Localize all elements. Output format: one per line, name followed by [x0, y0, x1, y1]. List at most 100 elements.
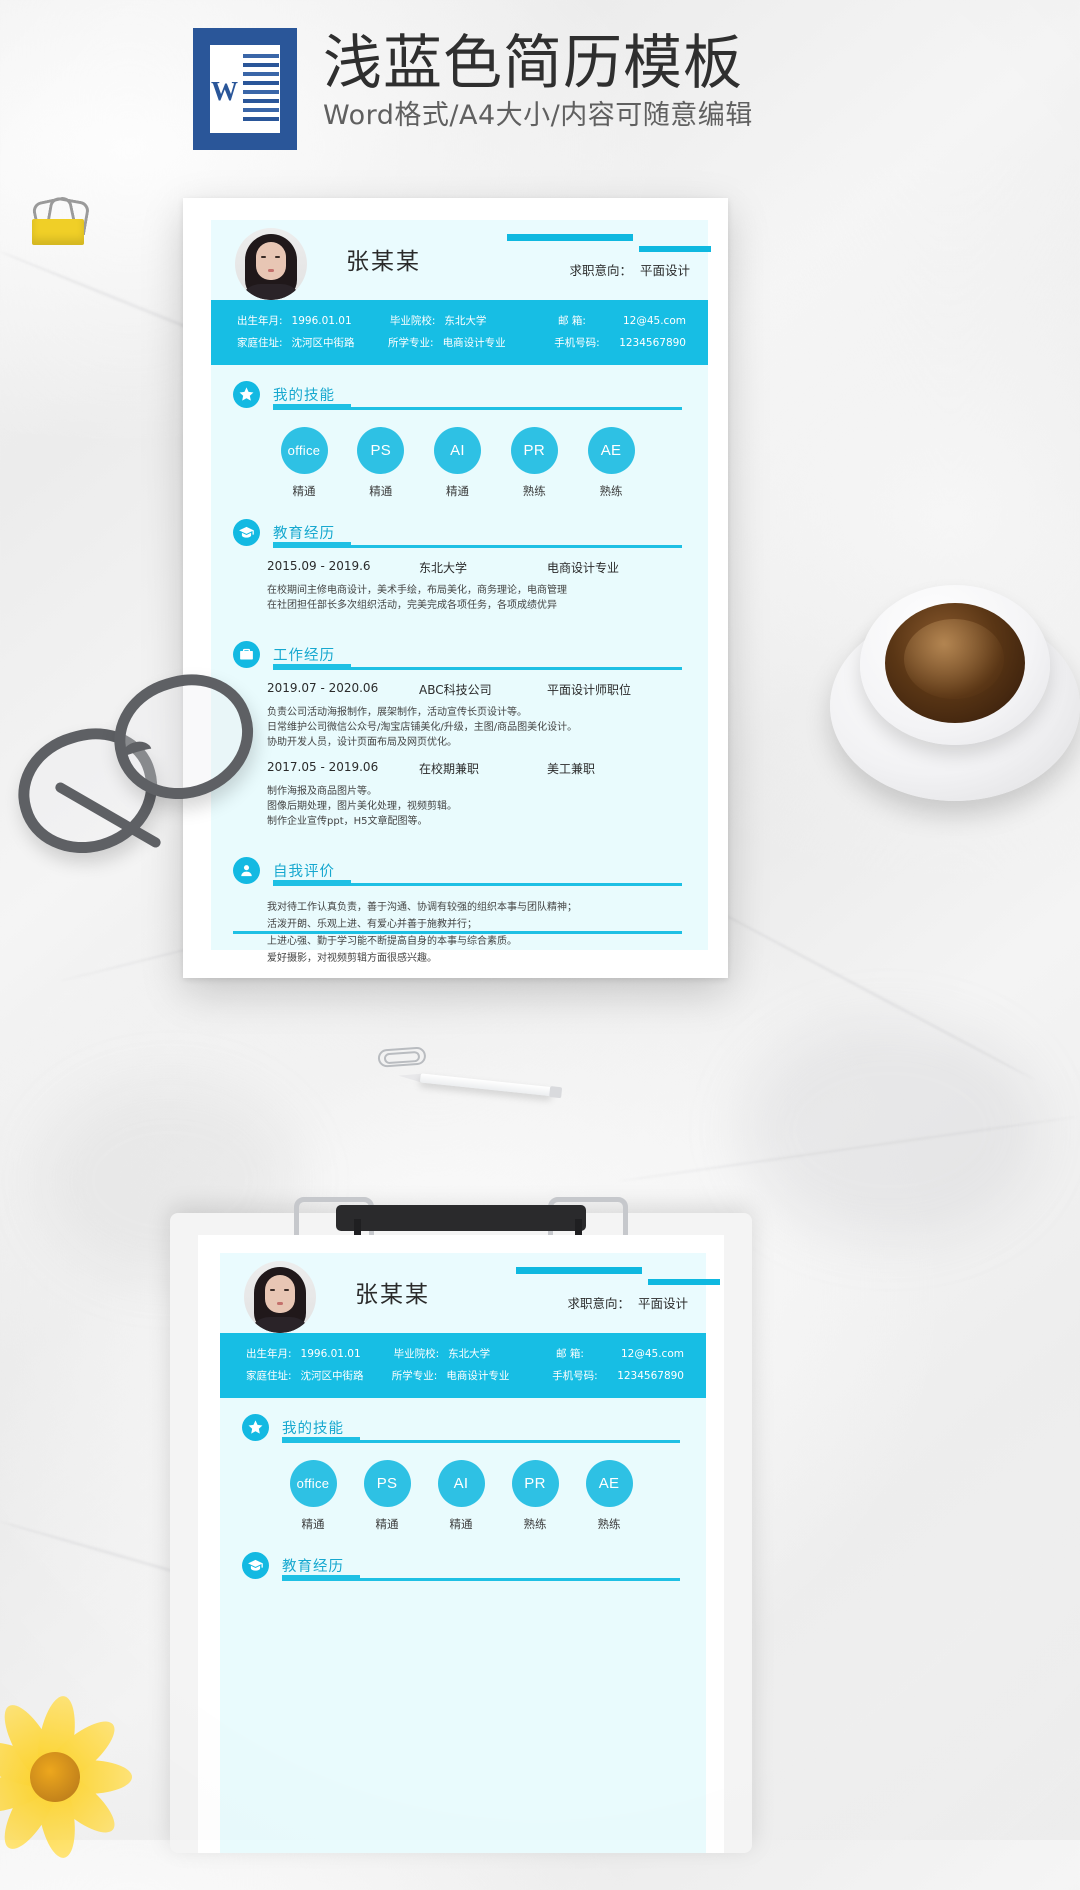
section-work: 工作经历 2019.07 - 2020.06 ABC科技公司 平面设计师职位 负…: [211, 641, 708, 841]
info-value: 电商设计专业: [442, 337, 506, 349]
marble-shade: [740, 1020, 1040, 1240]
section-skills-secondary: 我的技能 office 精通 PS 精通 AI 精通 PR 熟练 AE 熟练: [220, 1414, 706, 1536]
graduation-cap-icon: [233, 519, 260, 546]
summary-line: 爱好摄影，对视频剪辑方面很感兴趣。: [267, 953, 437, 964]
resume-body-secondary: 张某某 求职意向： 平面设计 出生年月: 1996.01.01 毕业院校: 东北大学 …: [220, 1253, 720, 1853]
clipboard-preview: 张某某 求职意向： 平面设计 出生年月: 1996.01.01 毕业院校: 东北大学 …: [170, 1197, 752, 1853]
job-objective: 求职意向： 平面设计: [569, 260, 690, 279]
candidate-name: 张某某: [346, 249, 421, 275]
entry-desc-line: 制作企业宣传ppt，H5文章配图等。: [267, 816, 428, 827]
entry-date: 2017.05 - 2019.06: [267, 760, 379, 774]
skill-level: 精通: [301, 1517, 325, 1531]
info-value: 沈河区中街路: [300, 1370, 364, 1382]
summary-line: 上进心强、勤于学习能不断提高自身的本事与综合素质。: [267, 936, 517, 947]
section-education-secondary: 教育经历: [220, 1552, 706, 1582]
flower-decoration: [0, 1690, 180, 1890]
skill-level: 精通: [449, 1517, 473, 1531]
section-rule: [273, 880, 682, 886]
binder-clip-decoration: [22, 195, 92, 249]
section-title: 工作经历: [273, 648, 335, 664]
info-key: 手机号码:: [552, 1370, 598, 1382]
resume-header-secondary: 张某某 求职意向： 平面设计: [220, 1253, 720, 1333]
job-objective-value: 平面设计: [639, 263, 690, 278]
entry-role: 平面设计师职位: [547, 683, 632, 697]
skill-badge: PR: [510, 427, 558, 474]
section-education: 教育经历 2015.09 - 2019.6 东北大学 电商设计专业 在校期间主修…: [211, 519, 708, 625]
entry-desc-line: 制作海报及商品图片等。: [267, 786, 377, 797]
accent-bar-bottom: [648, 1279, 720, 1285]
skill-item: PR 熟练: [499, 427, 569, 499]
eyeglasses-decoration: [3, 659, 269, 890]
avatar-ring-decoration: [244, 1261, 316, 1333]
resume-header: 张某某 求职意向： 平面设计: [211, 220, 711, 300]
info-birthday: 出生年月: 1996.01.01: [220, 1343, 394, 1365]
section-title: 教育经历: [282, 1559, 344, 1575]
info-school: 毕业院校: 东北大学: [390, 310, 558, 332]
info-key: 所学专业:: [388, 337, 434, 349]
work-entry: 2017.05 - 2019.06 在校期兼职 美工兼职 制作海报及商品图片等。…: [267, 760, 678, 829]
education-entries: 2015.09 - 2019.6 东北大学 电商设计专业 在校期间主修电商设计，…: [233, 549, 682, 625]
avatar-ring-decoration: [235, 228, 307, 300]
section-rule: [282, 1437, 680, 1443]
star-icon: [233, 381, 260, 408]
skill-level: 熟练: [522, 484, 546, 498]
skill-level: 精通: [446, 484, 469, 498]
info-email: 邮 箱: 12@45.com: [556, 1343, 706, 1365]
skill-level: 精通: [292, 484, 316, 498]
skill-item: AI 精通: [426, 1460, 496, 1532]
section-rule: [282, 1575, 680, 1581]
info-major: 所学专业: 电商设计专业: [388, 332, 554, 354]
entry-date: 2019.07 - 2020.06: [267, 681, 379, 695]
skill-item: office 精通: [278, 1460, 348, 1532]
entry-desc-line: 协助开发人员，设计页面布局及网页优化。: [267, 737, 457, 748]
page-header: W 浅蓝色简历模板 Word格式/A4大小/内容可随意编辑: [193, 28, 753, 160]
skill-badge: office: [280, 427, 328, 474]
section-title: 教育经历: [273, 526, 335, 542]
accent-bar-top: [516, 1267, 642, 1274]
skill-level: 熟练: [597, 1517, 621, 1531]
pencil-decoration: [397, 1063, 569, 1107]
info-address: 家庭住址: 沈河区中街路: [220, 1365, 392, 1387]
section-rule: [273, 404, 682, 410]
entry-desc-line: 在校期间主修电商设计，美术手绘，布局美化，商务理论，电商管理: [267, 585, 567, 596]
resume-preview-sheet: 张某某 求职意向： 平面设计 出生年月: 1996.01.01 毕业院校: 东北大学 …: [183, 198, 728, 978]
candidate-name: 张某某: [355, 1282, 430, 1308]
skill-badge: PS: [363, 1460, 411, 1507]
page-title: 浅蓝色简历模板: [323, 28, 744, 97]
skill-level: 熟练: [523, 1517, 547, 1531]
info-row: 家庭住址: 沈河区中街路 所学专业: 电商设计专业 手机号码: 1234567890: [211, 332, 708, 354]
info-key: 所学专业:: [391, 1370, 438, 1382]
skill-badge: AE: [587, 427, 635, 474]
summary-text: 我对待工作认真负责，善于沟通、协调有较强的组织本事与团队精神； 活泼开朗、乐观上…: [233, 887, 682, 969]
contact-info-band: 出生年月: 1996.01.01 毕业院校: 东北大学 邮 箱: 12@45.com …: [211, 300, 708, 365]
info-school: 毕业院校: 东北大学: [394, 1343, 556, 1365]
info-key: 毕业院校:: [393, 1348, 440, 1360]
info-key: 邮 箱:: [556, 1348, 584, 1360]
star-icon: [242, 1414, 269, 1441]
info-value: 电商设计专业: [446, 1370, 510, 1382]
accent-bar-bottom: [639, 246, 711, 252]
skill-level: 精通: [375, 1517, 399, 1531]
contact-info-band: 出生年月: 1996.01.01 毕业院校: 东北大学 邮 箱: 12@45.com …: [220, 1333, 706, 1398]
info-row: 家庭住址: 沈河区中街路 所学专业: 电商设计专业 手机号码: 1234567890: [220, 1365, 706, 1387]
info-value: 1996.01.01: [300, 1348, 361, 1360]
skill-badge: AI: [437, 1460, 485, 1507]
info-key: 出生年月:: [246, 1348, 292, 1360]
job-objective: 求职意向： 平面设计: [567, 1293, 688, 1312]
section-title: 我的技能: [282, 1421, 344, 1437]
skill-badge: AE: [585, 1460, 633, 1507]
info-key: 家庭住址:: [246, 1370, 292, 1382]
skill-level: 精通: [369, 484, 393, 498]
info-value: 东北大学: [448, 1348, 491, 1360]
section-skills: 我的技能 office 精通 PS 精通 AI 精通 PR 熟练 AE 熟练: [211, 381, 708, 503]
page-subtitle: Word格式/A4大小/内容可随意编辑: [323, 100, 753, 131]
info-major: 所学专业: 电商设计专业: [392, 1365, 552, 1387]
clipboard-sheet: 张某某 求职意向： 平面设计 出生年月: 1996.01.01 毕业院校: 东北大学 …: [198, 1235, 724, 1853]
work-entry: 2019.07 - 2020.06 ABC科技公司 平面设计师职位 负责公司活动…: [267, 681, 678, 750]
skill-item: PS 精通: [346, 427, 416, 499]
info-key: 毕业院校:: [389, 315, 436, 327]
info-value: 1234567890: [617, 1370, 684, 1382]
skill-badge: PR: [511, 1460, 559, 1507]
info-row: 出生年月: 1996.01.01 毕业院校: 东北大学 邮 箱: 12@45.com: [220, 1343, 706, 1365]
education-entry: 2015.09 - 2019.6 东北大学 电商设计专业 在校期间主修电商设计，…: [267, 559, 678, 613]
